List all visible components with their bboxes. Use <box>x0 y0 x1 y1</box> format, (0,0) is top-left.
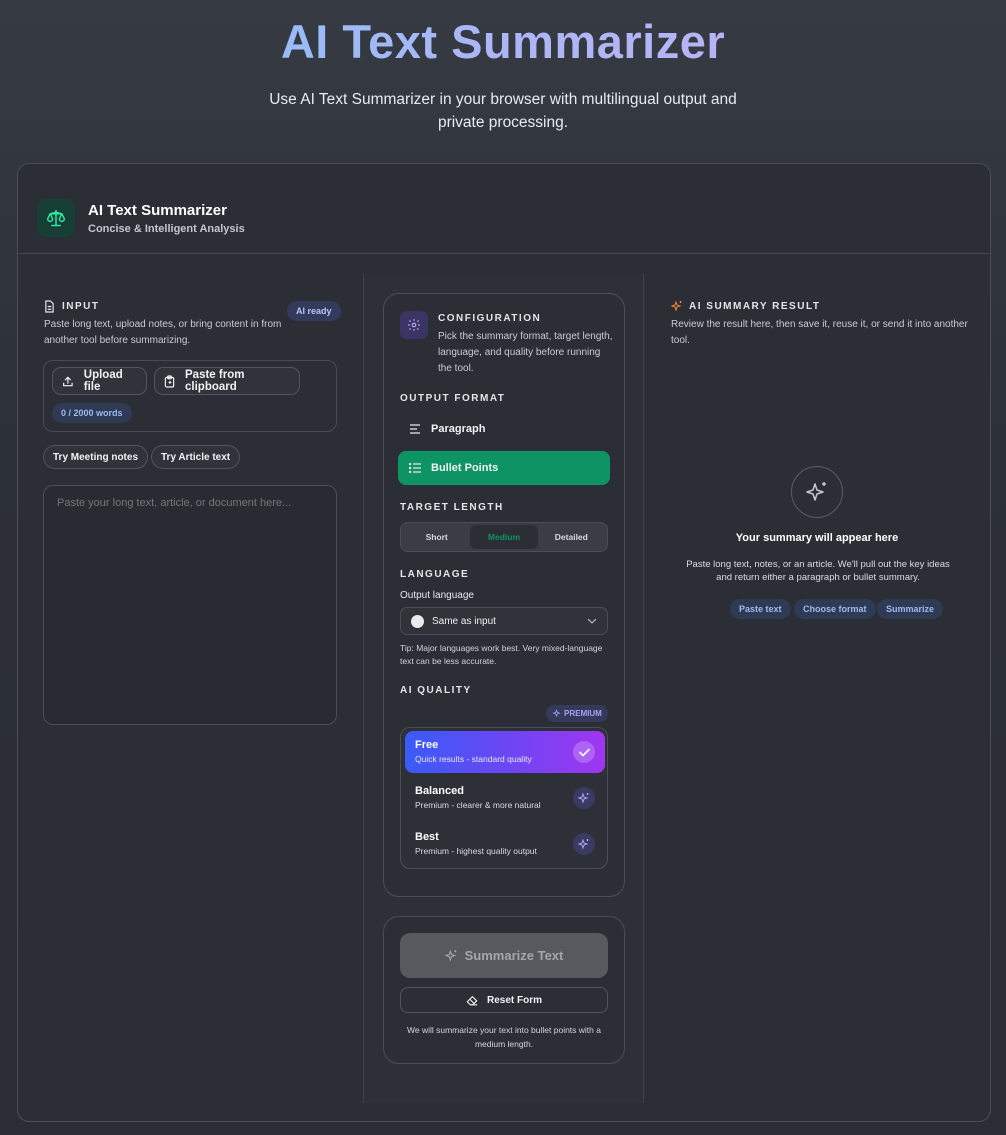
empty-state-title: Your summary will appear here <box>735 532 899 544</box>
summarize-hint: We will summarize your text into bullet … <box>406 1025 601 1049</box>
card-header: AI Text Summarizer Concise & Intelligent… <box>18 164 990 254</box>
chevron-down-icon <box>587 618 597 624</box>
premium-badge: PREMIUM <box>546 705 608 722</box>
actions-panel: Summarize Text Reset Form We will summar… <box>383 916 625 1064</box>
quality-best-name: Best <box>415 831 439 843</box>
upload-file-button[interactable]: Upload file <box>52 367 147 395</box>
input-description: Paste long text, upload notes, or bring … <box>44 319 282 346</box>
page-title: AI Text Summarizer <box>0 14 1006 69</box>
sparkle-icon <box>552 709 561 718</box>
paste-clipboard-button[interactable]: Paste from clipboard <box>154 367 300 395</box>
result-panel: AI SUMMARY RESULT Review the result here… <box>645 255 990 1121</box>
ai-ready-badge: AI ready <box>287 301 341 321</box>
quality-best-desc: Premium - highest quality output <box>415 846 537 856</box>
upload-file-label: Upload file <box>83 369 123 393</box>
sparkle-icon <box>573 833 595 855</box>
summarize-button[interactable]: Summarize Text <box>400 933 608 978</box>
format-paragraph-option[interactable]: Paragraph <box>398 412 610 446</box>
input-panel: INPUT AI ready Paste long text, upload n… <box>18 255 363 1121</box>
ai-quality-label: AI QUALITY <box>400 685 472 696</box>
format-bullet-points-label: Bullet Points <box>431 462 499 474</box>
quality-options: Free Quick results - standard quality Ba… <box>400 727 608 869</box>
step-summarize-badge: Summarize <box>877 599 944 619</box>
sparkle-icon <box>573 787 595 809</box>
reset-form-button[interactable]: Reset Form <box>400 987 608 1013</box>
quality-free-desc: Quick results - standard quality <box>415 754 532 764</box>
reset-form-label: Reset Form <box>486 994 542 1006</box>
result-section-label: AI SUMMARY RESULT <box>689 300 821 312</box>
premium-badge-label: PREMIUM <box>564 709 602 718</box>
output-language-label: Output language <box>400 590 474 601</box>
length-medium-option[interactable]: Medium <box>470 525 538 549</box>
output-format-label: OUTPUT FORMAT <box>400 393 506 404</box>
paste-clipboard-label: Paste from clipboard <box>185 369 245 393</box>
language-label: LANGUAGE <box>400 569 470 580</box>
format-bullet-points-option[interactable]: Bullet Points <box>398 451 610 485</box>
step-paste-text-badge: Paste text <box>730 599 791 619</box>
language-dot-icon <box>411 614 424 628</box>
paragraph-icon <box>410 424 420 434</box>
length-detailed-option[interactable]: Detailed <box>538 525 605 549</box>
length-short-option[interactable]: Short <box>403 525 470 549</box>
sparkle-icon <box>444 949 457 962</box>
quality-free-option[interactable]: Free Quick results - standard quality <box>405 731 605 773</box>
step-choose-format-badge: Choose format <box>794 599 876 619</box>
quality-balanced-name: Balanced <box>415 785 464 797</box>
quality-balanced-option[interactable]: Balanced Premium - clearer & more natura… <box>405 777 605 819</box>
sample-article-text-chip[interactable]: Try Article text <box>151 445 241 469</box>
sample-meeting-notes-chip[interactable]: Try Meeting notes <box>43 445 149 469</box>
check-icon <box>573 741 595 763</box>
empty-state-description: Paste long text, notes, or an article. W… <box>686 559 950 583</box>
language-select[interactable]: Same as input <box>400 607 608 635</box>
input-tools-box: Upload file Paste from clipboard 0 / 200… <box>43 360 337 432</box>
clipboard-icon <box>164 374 175 388</box>
document-icon <box>45 300 54 313</box>
quality-balanced-desc: Premium - clearer & more natural <box>415 800 541 810</box>
result-description: Review the result here, then save it, re… <box>671 319 968 346</box>
balance-scale-icon <box>37 199 75 237</box>
configuration-column: CONFIGURATION Pick the summary format, t… <box>363 274 644 1103</box>
summarizer-card: AI Text Summarizer Concise & Intelligent… <box>17 163 991 1122</box>
app-title: AI Text Summarizer <box>88 202 227 219</box>
format-paragraph-label: Paragraph <box>431 423 486 435</box>
quality-free-name: Free <box>415 739 439 751</box>
quality-best-option[interactable]: Best Premium - highest quality output <box>405 823 605 865</box>
language-select-value: Same as input <box>432 615 496 627</box>
configuration-label: CONFIGURATION <box>438 313 542 324</box>
page-subtitle: Use AI Text Summarizer in your browser w… <box>269 91 737 131</box>
gear-icon <box>400 311 428 339</box>
list-icon <box>409 463 421 473</box>
language-tip: Tip: Major languages work best. Very mix… <box>400 643 603 666</box>
text-input[interactable] <box>43 485 337 725</box>
configuration-panel: CONFIGURATION Pick the summary format, t… <box>383 293 625 897</box>
target-length-label: TARGET LENGTH <box>400 502 504 513</box>
input-section-label: INPUT <box>62 301 100 312</box>
target-length-segmented: Short Medium Detailed <box>400 522 608 552</box>
summarize-button-label: Summarize Text <box>464 948 564 963</box>
app-subtitle: Concise & Intelligent Analysis <box>88 223 245 235</box>
word-count-badge: 0 / 2000 words <box>52 403 132 423</box>
configuration-description: Pick the summary format, target length, … <box>438 331 613 374</box>
eraser-icon <box>466 995 478 1005</box>
sparkle-icon <box>791 466 843 518</box>
sparkle-icon <box>671 300 682 312</box>
upload-icon <box>63 375 73 386</box>
